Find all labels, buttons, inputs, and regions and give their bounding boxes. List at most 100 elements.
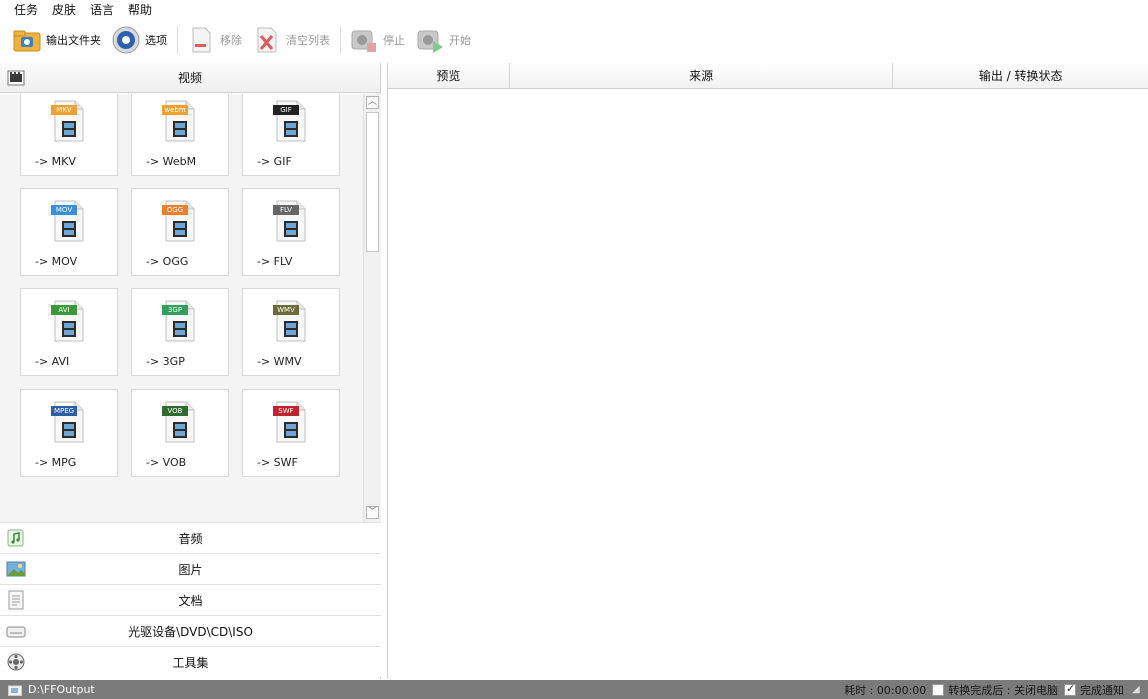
scroll-down-arrow[interactable]: ﹀ xyxy=(366,506,379,519)
format-tile[interactable]: VOB -> VOB xyxy=(131,389,229,477)
notify-checkbox[interactable] xyxy=(1064,682,1076,696)
music-icon xyxy=(6,528,26,548)
format-tile-label: -> WMV xyxy=(257,355,302,368)
toolbar-separator xyxy=(177,26,178,54)
format-badge: FLV xyxy=(280,206,292,214)
file-format-icon: webm xyxy=(162,99,198,143)
category-video[interactable]: 视频 xyxy=(0,63,380,93)
format-badge: VOB xyxy=(167,407,183,415)
file-format-icon: OGG xyxy=(162,199,198,243)
category-tools[interactable]: 工具集 xyxy=(0,646,381,677)
start-label: 开始 xyxy=(449,34,471,47)
category-audio-label: 音频 xyxy=(178,531,203,546)
status-bar: D:\FFOutput 耗时 : 00:00:00 转换完成后 : 关闭电脑 完… xyxy=(0,680,1148,699)
format-badge: OGG xyxy=(166,206,184,214)
document-icon xyxy=(6,590,26,610)
format-tile-label: -> VOB xyxy=(146,456,187,469)
format-grid: MKV -> MKV webm -> WebM GIF -> GIF MOV -> MOV OG… xyxy=(0,94,381,522)
format-panel: 视频 MKV -> MKV webm -> WebM GIF -> GIF MOV -> MO… xyxy=(0,63,381,679)
format-tile[interactable]: 3GP -> 3GP xyxy=(131,288,229,376)
format-tile[interactable]: SWF -> SWF xyxy=(242,389,340,477)
format-tile[interactable]: FLV -> FLV xyxy=(242,188,340,276)
menu-skin[interactable]: 皮肤 xyxy=(52,1,76,18)
resize-grip-icon[interactable]: ◢ xyxy=(1132,684,1144,696)
format-tile-label: -> AVI xyxy=(35,355,70,368)
scroll-up-arrow[interactable]: ︿ xyxy=(366,96,379,109)
options-button[interactable]: 选项 xyxy=(111,23,167,57)
format-badge: WMV xyxy=(277,306,295,314)
toolbar: 输出文件夹 选项 移除 清空列表 停止 开始 xyxy=(0,20,1148,60)
format-badge: MOV xyxy=(55,206,73,214)
format-tile[interactable]: GIF -> GIF xyxy=(242,94,340,176)
format-badge: AVI xyxy=(58,306,70,314)
category-disc-label: 光驱设备\DVD\CD\ISO xyxy=(128,624,253,639)
output-folder-button[interactable]: 输出文件夹 xyxy=(12,23,101,57)
category-audio[interactable]: 音频 xyxy=(0,522,381,553)
column-status[interactable]: 输出 / 转换状态 xyxy=(893,63,1148,88)
file-format-icon: WMV xyxy=(273,299,309,343)
output-path-text: D:\FFOutput xyxy=(28,683,95,696)
category-document[interactable]: 文档 xyxy=(0,584,381,615)
after-convert-label: 转换完成后 : 关闭电脑 xyxy=(948,684,1058,697)
shutdown-checkbox[interactable] xyxy=(932,684,945,696)
file-format-icon: MOV xyxy=(51,199,87,243)
stop-icon xyxy=(349,25,379,55)
scroll-thumb[interactable] xyxy=(366,112,379,252)
format-tile[interactable]: MPEG -> MPG xyxy=(20,389,118,477)
remove-label: 移除 xyxy=(220,34,242,47)
file-format-icon: SWF xyxy=(273,400,309,444)
format-tile[interactable]: AVI -> AVI xyxy=(20,288,118,376)
category-image[interactable]: 图片 xyxy=(0,553,381,584)
category-list: 音频 图片 文档 光驱设备\DVD\CD\ISO 工具集 xyxy=(0,522,381,677)
format-tile-label: -> SWF xyxy=(257,456,298,469)
file-format-icon: FLV xyxy=(273,199,309,243)
format-tile[interactable]: MKV -> MKV xyxy=(20,94,118,176)
start-button[interactable]: 开始 xyxy=(415,23,471,57)
menu-task[interactable]: 任务 xyxy=(14,1,38,18)
remove-button[interactable]: 移除 xyxy=(186,23,242,57)
picture-icon xyxy=(6,559,26,579)
notify-label: 完成通知 xyxy=(1080,684,1124,697)
file-format-icon: MPEG xyxy=(51,400,87,444)
category-image-label: 图片 xyxy=(178,562,203,577)
format-tile[interactable]: WMV -> WMV xyxy=(242,288,340,376)
task-list: 预览 来源 输出 / 转换状态 xyxy=(387,63,1148,679)
format-tile-label: -> OGG xyxy=(146,255,189,268)
file-format-icon: AVI xyxy=(51,299,87,343)
menu-bar: 任务 皮肤 语言 帮助 xyxy=(0,0,1148,18)
file-format-icon: GIF xyxy=(273,99,309,143)
clapper-icon xyxy=(6,68,26,88)
clear-list-label: 清空列表 xyxy=(286,34,330,47)
menu-help[interactable]: 帮助 xyxy=(128,1,152,18)
category-video-label: 视频 xyxy=(177,71,202,85)
clear-list-button[interactable]: 清空列表 xyxy=(252,23,330,57)
menu-language[interactable]: 语言 xyxy=(90,1,114,18)
format-tile-label: -> WebM xyxy=(146,155,197,168)
file-format-icon: VOB xyxy=(162,400,198,444)
file-format-icon: 3GP xyxy=(162,299,198,343)
stop-label: 停止 xyxy=(383,34,405,47)
remove-file-icon xyxy=(186,25,216,55)
format-badge: SWF xyxy=(278,407,294,415)
category-disc[interactable]: 光驱设备\DVD\CD\ISO xyxy=(0,615,381,646)
start-icon xyxy=(415,25,445,55)
column-source[interactable]: 来源 xyxy=(510,63,894,88)
output-path[interactable]: D:\FFOutput xyxy=(0,683,95,696)
format-tile-label: -> MPG xyxy=(35,456,77,469)
stop-button[interactable]: 停止 xyxy=(349,23,405,57)
format-tile[interactable]: webm -> WebM xyxy=(131,94,229,176)
column-preview[interactable]: 预览 xyxy=(388,63,510,88)
format-badge: MKV xyxy=(56,106,72,114)
task-list-header: 预览 来源 输出 / 转换状态 xyxy=(388,63,1148,89)
gear-icon xyxy=(111,25,141,55)
clear-list-icon xyxy=(252,25,282,55)
status-right: 耗时 : 00:00:00 转换完成后 : 关闭电脑 完成通知 ◢ xyxy=(844,682,1144,698)
category-document-label: 文档 xyxy=(178,593,203,608)
format-scrollbar[interactable]: ︿ ﹀ xyxy=(363,94,380,522)
format-tile[interactable]: OGG -> OGG xyxy=(131,188,229,276)
folder-small-icon xyxy=(8,684,22,696)
format-tile-label: -> MOV xyxy=(35,255,78,268)
output-folder-label: 输出文件夹 xyxy=(46,34,101,47)
format-tile-label: -> GIF xyxy=(257,155,292,168)
format-tile[interactable]: MOV -> MOV xyxy=(20,188,118,276)
